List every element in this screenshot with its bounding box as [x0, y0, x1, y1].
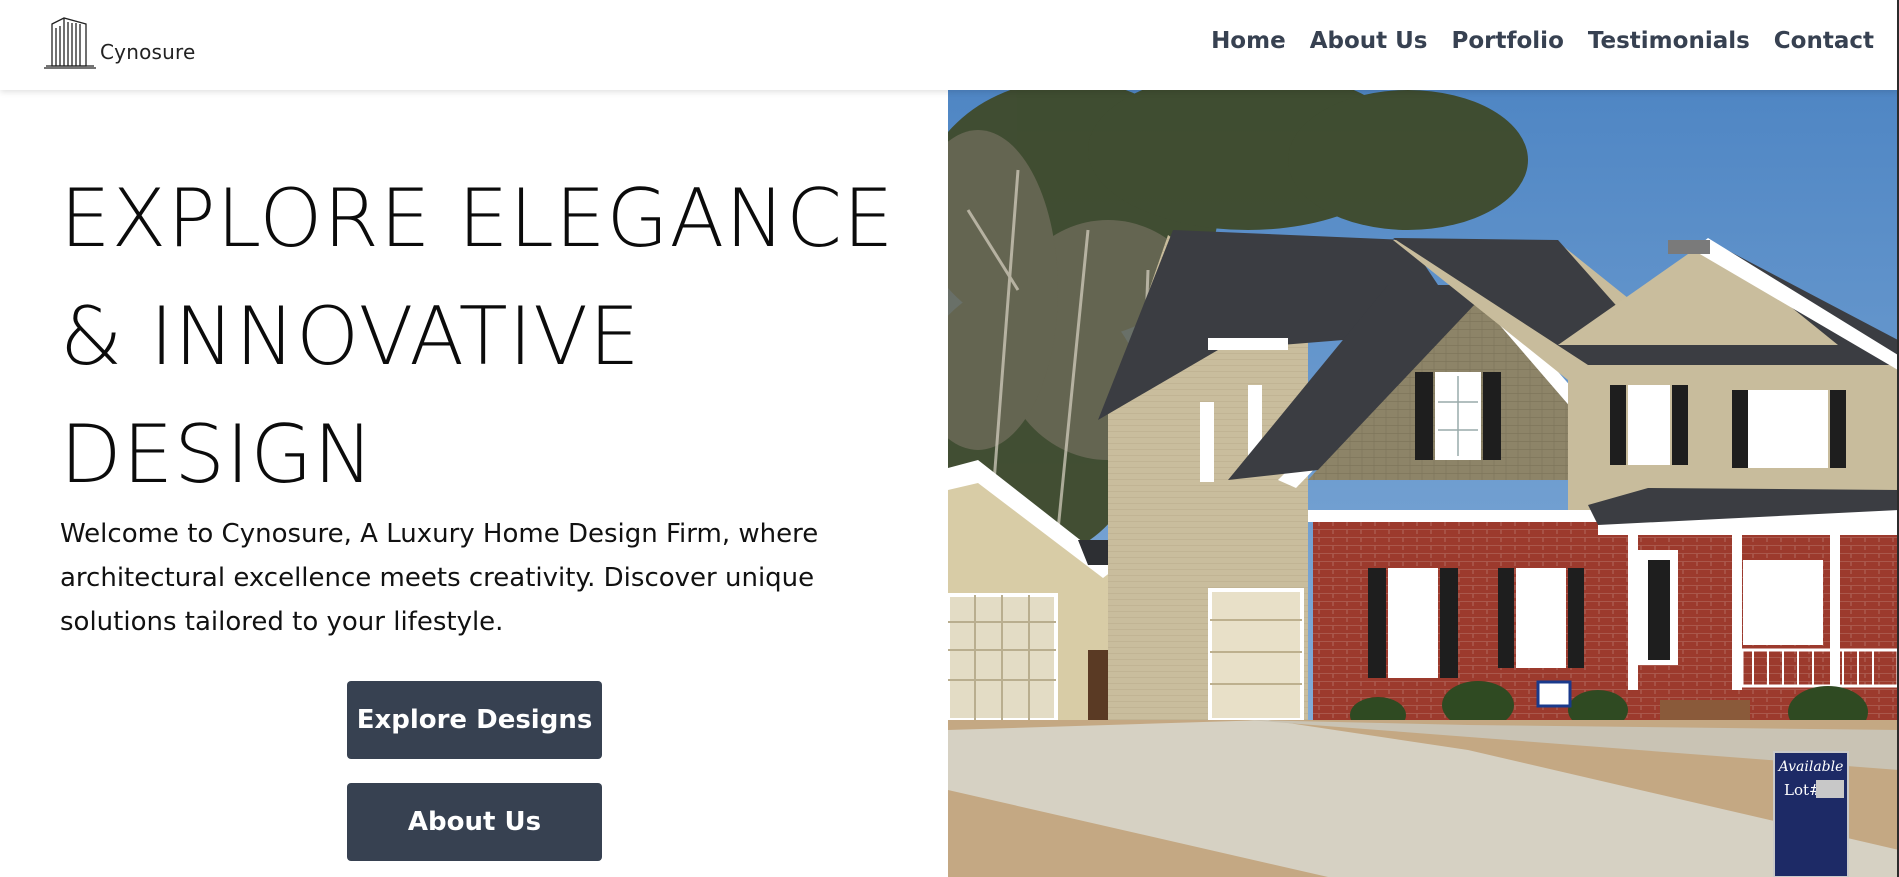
building-logo-icon: [44, 17, 96, 69]
nav-home[interactable]: Home: [1211, 28, 1286, 54]
brand-name: Cynosure: [100, 40, 196, 64]
nav-portfolio[interactable]: Portfolio: [1452, 28, 1564, 54]
house-photo: Available Lot#: [948, 90, 1899, 877]
lot-sign: Available Lot#: [1773, 751, 1849, 877]
hero-description: Welcome to Cynosure, A Luxury Home Desig…: [60, 519, 819, 637]
nav-testimonials[interactable]: Testimonials: [1588, 28, 1750, 54]
sign-available-text: Available: [1777, 759, 1844, 775]
about-us-button[interactable]: About Us: [347, 783, 602, 861]
hero-title-line: EXPLORE ELEGANCE: [60, 172, 895, 265]
hero-title: EXPLORE ELEGANCE & INNOVATIVE DESIGN: [60, 160, 920, 514]
brand-logo[interactable]: Cynosure: [42, 16, 196, 70]
site-header: Cynosure Home About Us Portfolio Testimo…: [0, 0, 1899, 90]
nav-contact[interactable]: Contact: [1774, 28, 1874, 54]
sign-lot-text: Lot#: [1784, 781, 1822, 799]
hero-title-line: & INNOVATIVE: [60, 290, 641, 383]
explore-designs-button[interactable]: Explore Designs: [347, 681, 602, 759]
nav-about-us[interactable]: About Us: [1310, 28, 1428, 54]
hero-text-section: EXPLORE ELEGANCE & INNOVATIVE DESIGN Wel…: [0, 90, 948, 877]
main-nav: Home About Us Portfolio Testimonials Con…: [1187, 28, 1874, 54]
hero-house-image: Available Lot#: [948, 90, 1899, 877]
hero-title-line: DESIGN: [60, 408, 375, 501]
